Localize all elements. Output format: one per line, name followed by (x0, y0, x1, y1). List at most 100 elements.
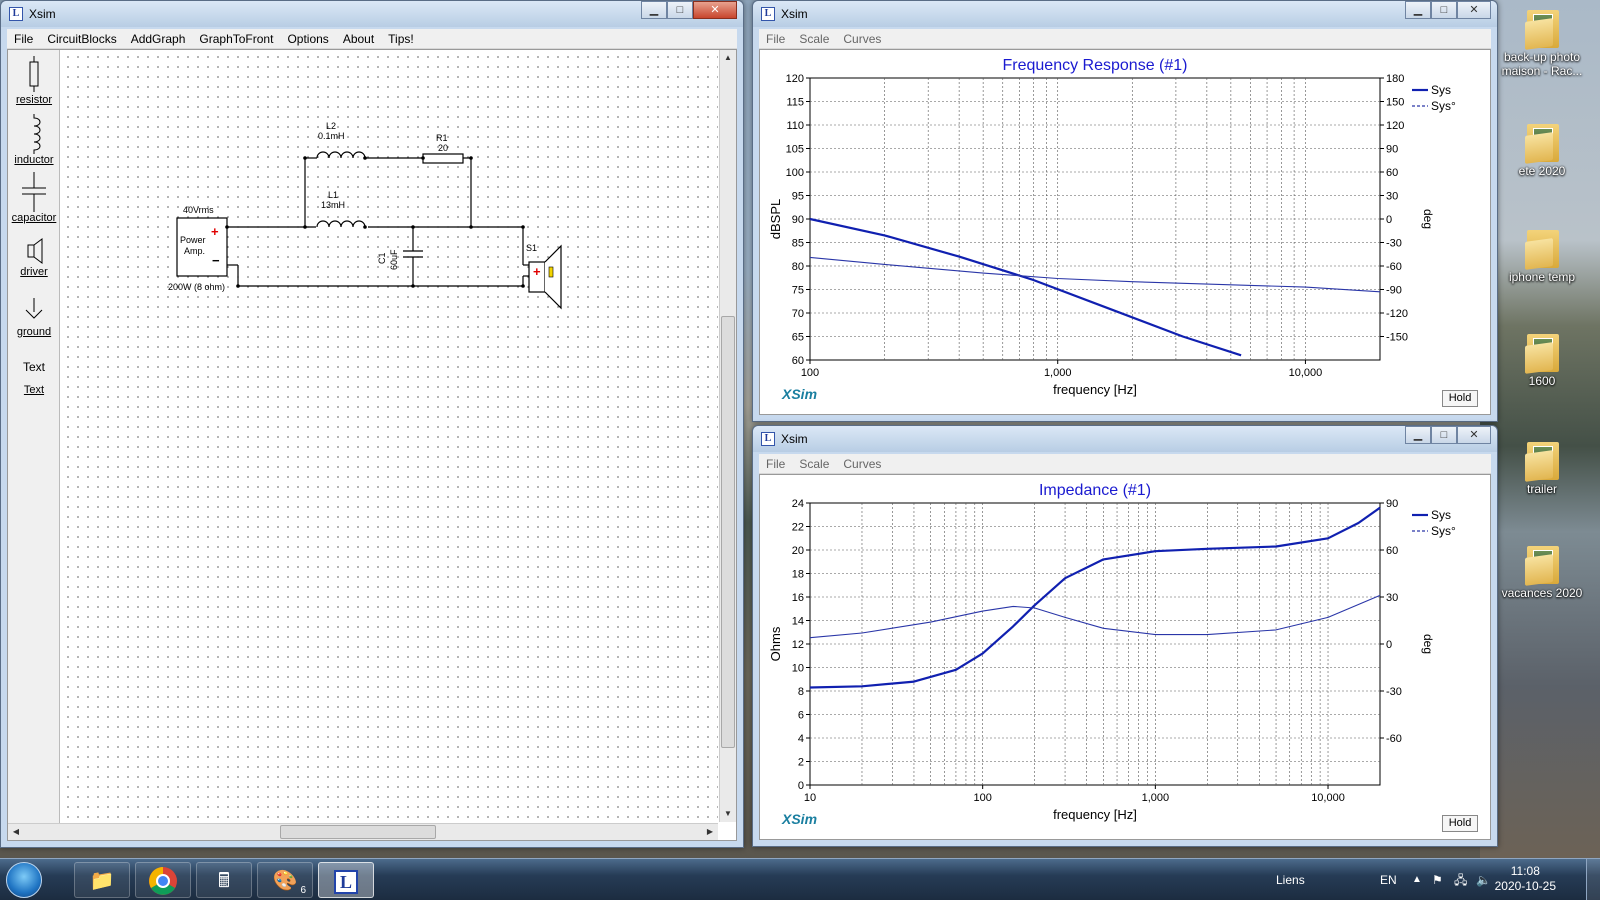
xsim-app-icon: L (761, 7, 775, 21)
desktop-icon-backup[interactable]: back-up photo maison - Rac... (1492, 6, 1592, 78)
graph-area: 0 2 4 6 8 10 12 14 16 18 20 22 24 -60 -30 0 30 60 90 10 100 1… (759, 474, 1491, 840)
menu-scale[interactable]: Scale (792, 457, 836, 471)
desktop-icon-label: vacances 2020 (1501, 586, 1583, 600)
clock-time: 11:08 (1510, 864, 1540, 878)
scroll-down-arrow-icon[interactable]: ▼ (720, 806, 736, 822)
menu-addgraph[interactable]: AddGraph (124, 32, 193, 46)
y-tick-label: 110 (786, 120, 804, 132)
taskbar-calculator[interactable]: 🖩 (196, 862, 252, 898)
minimize-button[interactable]: ▁ (1405, 1, 1431, 19)
window-titlebar[interactable]: L Xsim ▁ □ ✕ (753, 1, 1497, 27)
minimize-button[interactable]: ▁ (641, 1, 667, 19)
xsim-icon: L (334, 869, 358, 894)
maximize-button[interactable]: □ (667, 1, 693, 19)
folder-icon (1525, 6, 1559, 50)
r1-value: 20 (438, 143, 448, 153)
close-button[interactable]: ✕ (693, 1, 737, 19)
taskbar-chrome[interactable] (135, 862, 191, 898)
x-tick-label: 1,000 (1142, 792, 1170, 804)
language-indicator[interactable]: EN (1380, 859, 1397, 900)
palette-resistor[interactable]: resistor (8, 56, 60, 106)
palette-capacitor[interactable]: capacitor (8, 172, 60, 224)
system-clock[interactable]: 11:08 2020-10-25 (1495, 864, 1556, 894)
amp-name-label: Amp. (184, 246, 205, 256)
window-titlebar[interactable]: L Xsim ▁ □ ✕ (753, 426, 1497, 452)
start-button[interactable] (6, 862, 42, 898)
palette-driver[interactable]: driver (8, 236, 60, 278)
scroll-up-arrow-icon[interactable]: ▲ (720, 50, 736, 66)
menu-tips[interactable]: Tips! (381, 32, 421, 46)
y2-tick-label: 30 (1386, 592, 1398, 604)
y-tick-label: 12 (792, 639, 804, 651)
close-button[interactable]: ✕ (1457, 1, 1491, 19)
y-tick-label: 105 (786, 144, 804, 156)
close-button[interactable]: ✕ (1457, 426, 1491, 444)
volume-icon[interactable]: 🔈 (1476, 859, 1491, 900)
y2-axis-label: deg (1421, 634, 1435, 654)
scroll-thumb[interactable] (721, 316, 735, 748)
y2-tick-label: 150 (1386, 97, 1404, 109)
menu-file[interactable]: File (759, 32, 792, 46)
menu-options[interactable]: Options (280, 32, 335, 46)
schematic-canvas[interactable]: 40Vrms Power Amp. 200W (8 ohm) L2 0.1mH … (61, 50, 718, 822)
network-icon[interactable]: 🖧 (1454, 859, 1467, 900)
impedance-window: L Xsim ▁ □ ✕ File Scale Curves 0 2 4 6 8 10 12… (752, 425, 1498, 847)
menu-about[interactable]: About (336, 32, 381, 46)
paint-icon: 🎨 (272, 870, 298, 892)
desktop-icon-1600[interactable]: 1600 (1492, 330, 1592, 388)
window-title: Xsim (29, 7, 56, 21)
desktop-icon-trailer[interactable]: trailer (1492, 438, 1592, 496)
palette-text[interactable]: Text Text (8, 360, 60, 396)
menu-curves[interactable]: Curves (836, 457, 888, 471)
window-titlebar[interactable]: L Xsim ▁ □ ✕ (1, 1, 743, 27)
chart-title: Frequency Response (#1) (1003, 57, 1188, 74)
action-center-flag-icon[interactable]: ⚑ (1432, 859, 1443, 900)
palette-label: inductor (14, 154, 54, 166)
maximize-button[interactable]: □ (1431, 1, 1457, 19)
desktop-icon-label: 1600 (1528, 374, 1556, 388)
vertical-scrollbar[interactable]: ▲ ▼ (719, 50, 736, 822)
desktop-icon-vacances-2020[interactable]: vacances 2020 (1492, 542, 1592, 600)
hold-button[interactable]: Hold (1442, 390, 1478, 407)
minimize-button[interactable]: ▁ (1405, 426, 1431, 444)
scroll-right-arrow-icon[interactable]: ▶ (702, 824, 718, 840)
y2-tick-label: -30 (1386, 686, 1402, 698)
s1-name: S1 (526, 243, 537, 253)
clock-date: 2020-10-25 (1494, 879, 1556, 893)
x-tick-label: 10 (804, 792, 816, 804)
folder-icon (1525, 438, 1559, 482)
impedance-chart: 024681012141618202224-60-30030609010 100 1… (768, 482, 1456, 822)
folder-icon (1525, 120, 1559, 164)
palette-ground[interactable]: ground (8, 296, 60, 338)
y2-tick-label: 90 (1386, 498, 1398, 510)
menu-file[interactable]: File (759, 457, 792, 471)
taskbar-xsim[interactable]: L (318, 862, 374, 898)
menu-curves[interactable]: Curves (836, 32, 888, 46)
y-tick-label: 115 (786, 97, 804, 109)
y-tick-label: 60 (792, 355, 804, 367)
horizontal-scrollbar[interactable]: ◀ ▶ (8, 823, 718, 840)
menu-graphtofront[interactable]: GraphToFront (192, 32, 280, 46)
scroll-thumb[interactable] (280, 825, 436, 839)
menu-file[interactable]: File (7, 32, 40, 46)
taskbar-explorer[interactable]: 📁 (74, 862, 130, 898)
l2-value: 0.1mH (318, 131, 345, 141)
hold-button[interactable]: Hold (1442, 815, 1478, 832)
maximize-button[interactable]: □ (1431, 426, 1457, 444)
links-toolbar[interactable]: Liens (1276, 859, 1305, 900)
palette-inductor[interactable]: inductor (8, 114, 60, 166)
menu-scale[interactable]: Scale (792, 32, 836, 46)
y-tick-label: 100 (786, 167, 804, 179)
x-tick-label: 10,000 (1289, 367, 1323, 379)
desktop-icon-ete-2020[interactable]: ete 2020 (1492, 120, 1592, 178)
x-axis-label: frequency [Hz] (1053, 807, 1137, 822)
show-desktop-button[interactable] (1586, 859, 1600, 900)
scroll-left-arrow-icon[interactable]: ◀ (8, 824, 24, 840)
desktop-icon-iphone-temp[interactable]: iphone temp (1492, 226, 1592, 284)
menu-circuitblocks[interactable]: CircuitBlocks (40, 32, 123, 46)
taskbar-paint[interactable]: 🎨 6 (257, 862, 313, 898)
show-hidden-icons-icon[interactable]: ▲ (1412, 859, 1422, 900)
y2-tick-label: 180 (1386, 73, 1404, 85)
desktop-icon-label: back-up photo maison - Rac... (1501, 50, 1583, 78)
y-tick-label: 85 (792, 238, 804, 250)
